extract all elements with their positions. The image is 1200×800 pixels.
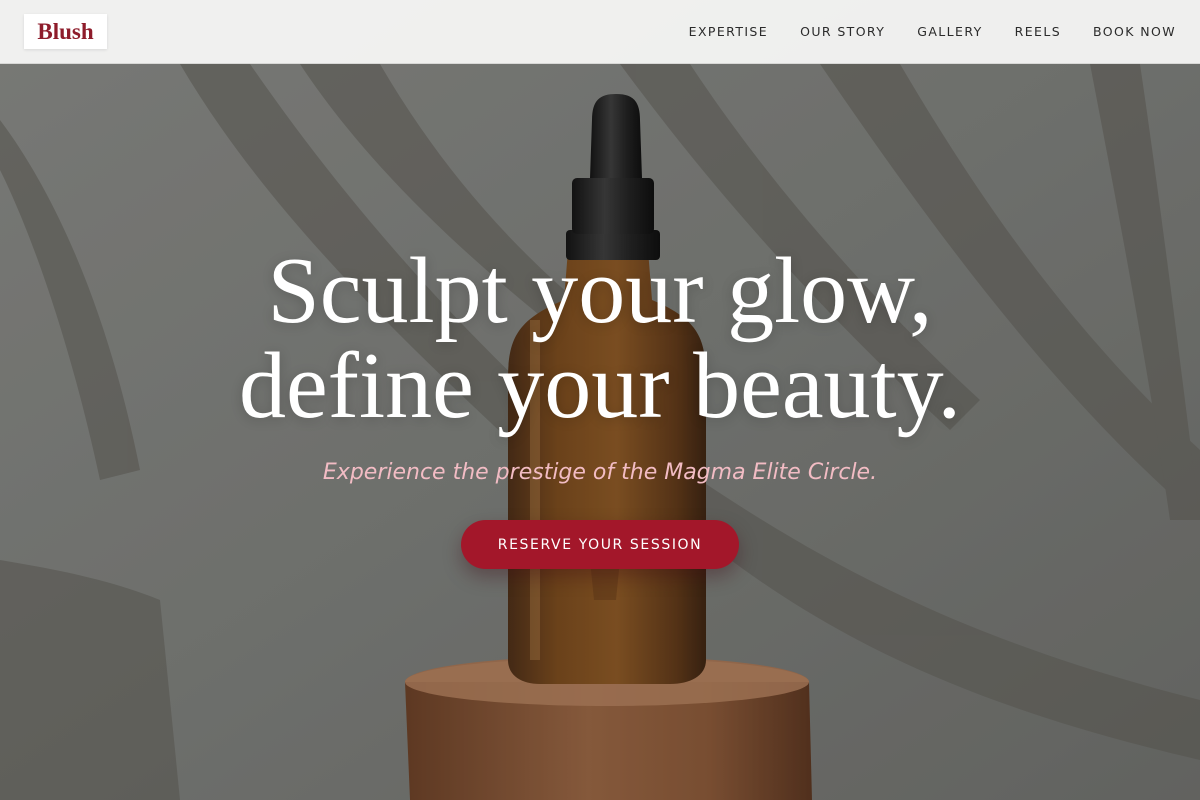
nav-link-reels[interactable]: REELS xyxy=(1015,24,1061,39)
nav-item-book-now: BOOK NOW xyxy=(1093,23,1176,41)
nav-item-reels: REELS xyxy=(1015,23,1061,41)
hero-headline-line-2: define your beauty. xyxy=(238,334,962,438)
landing-page: Blush EXPERTISE OUR STORY GALLERY REELS … xyxy=(0,0,1200,800)
hero-headline: Sculpt your glow, define your beauty. xyxy=(0,244,1200,434)
hero-headline-line-1: Sculpt your glow, xyxy=(267,239,933,343)
nav-link-expertise[interactable]: EXPERTISE xyxy=(689,24,768,39)
reserve-session-button[interactable]: RESERVE YOUR SESSION xyxy=(461,520,739,569)
nav-link-our-story[interactable]: OUR STORY xyxy=(800,24,885,39)
top-navbar: Blush EXPERTISE OUR STORY GALLERY REELS … xyxy=(0,0,1200,64)
nav-link-book-now[interactable]: BOOK NOW xyxy=(1093,24,1176,39)
hero-subtitle: Experience the prestige of the Magma Eli… xyxy=(322,460,878,485)
brand-logo[interactable]: Blush xyxy=(24,14,107,49)
nav-link-gallery[interactable]: GALLERY xyxy=(917,24,982,39)
nav-links: EXPERTISE OUR STORY GALLERY REELS BOOK N… xyxy=(689,0,1176,64)
nav-item-expertise: EXPERTISE xyxy=(689,23,768,41)
nav-item-our-story: OUR STORY xyxy=(800,23,885,41)
nav-item-gallery: GALLERY xyxy=(917,23,982,41)
